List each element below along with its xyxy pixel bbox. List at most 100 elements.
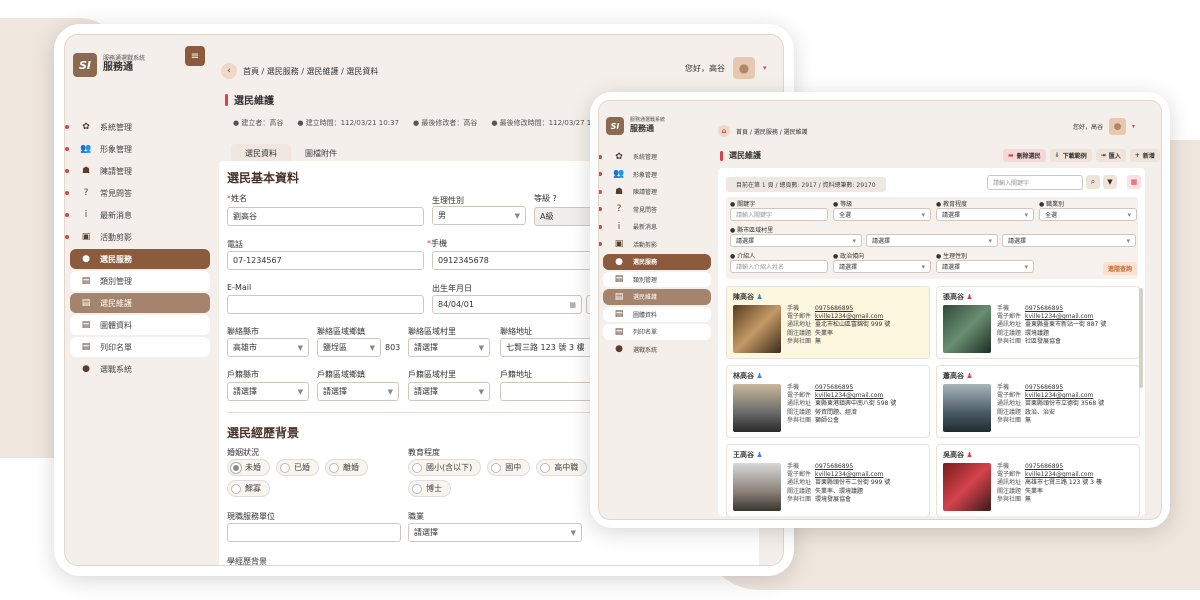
intro-filter-input[interactable]: 請輸入介紹人姓名 <box>730 260 828 273</box>
res-district-select[interactable]: 請選擇 ▼ <box>317 382 399 401</box>
edu-option-3[interactable]: 博士 <box>408 480 451 497</box>
address-input[interactable]: 七賢三路 123 號 3 樓 <box>500 338 600 357</box>
sidebar-item-6[interactable]: ● 選民服務 <box>70 249 210 269</box>
job-filter-select[interactable]: 全選 ▾ <box>1039 208 1137 221</box>
sidebar-item-4[interactable]: i 最新消息 <box>599 219 711 235</box>
add-button[interactable]: + 新增 <box>1129 149 1160 162</box>
user-menu[interactable]: 您好，高谷 ● ▾ <box>1073 118 1135 135</box>
work-unit-input[interactable] <box>227 523 401 542</box>
info-label: 手機 <box>997 463 1010 470</box>
grid-view-button[interactable]: ▦ <box>1127 175 1141 189</box>
gender-select[interactable]: 男 ▼ <box>432 206 526 225</box>
job-select[interactable]: 請選擇 ▼ <box>408 523 582 542</box>
avatar[interactable]: ● <box>1109 118 1127 135</box>
name-input[interactable]: 劉高谷 <box>227 207 424 226</box>
sidebar-item-11[interactable]: ● 選戰系統 <box>603 342 711 358</box>
delete-voter-button[interactable]: ▬ 刪除選民 <box>1003 149 1046 162</box>
region-village-select[interactable]: 請選擇 ▾ <box>1002 234 1136 247</box>
region-city-select[interactable]: 請選擇 ▾ <box>730 234 862 247</box>
import-button[interactable]: ⇥ 匯入 <box>1095 149 1126 162</box>
res-city-select[interactable]: 請選擇 ▼ <box>227 382 309 401</box>
marital-option-0[interactable]: 未婚 <box>227 459 270 476</box>
sidebar-item-3[interactable]: ? 常見問答 <box>599 202 711 218</box>
politic-filter-select[interactable]: 請選擇 ▾ <box>833 260 931 273</box>
back-button[interactable]: ‹ <box>221 63 237 79</box>
person-gear-icon: 👥 <box>613 169 625 180</box>
phone-input[interactable]: 07-1234567 <box>227 251 424 270</box>
radio-label: 高中職 <box>554 463 579 472</box>
edu-filter-select[interactable]: 請選擇 ▾ <box>936 208 1034 221</box>
mobile-input[interactable]: 0912345678 <box>432 251 602 270</box>
download-sample-button[interactable]: ⇩ 下載範例 <box>1049 149 1092 162</box>
birth-input[interactable]: 84/04/01 ▦ <box>432 295 582 314</box>
sidebar-item-1[interactable]: 👥 形象管理 <box>599 167 711 183</box>
gender-filter-select[interactable]: 請選擇 ▾ <box>936 260 1034 273</box>
user-menu[interactable]: 您好，高谷 ● ▾ <box>685 57 767 79</box>
city-select[interactable]: 高雄市 ▼ <box>227 338 309 357</box>
sidebar-item-10[interactable]: ▤ 列印名單 <box>70 337 210 357</box>
edu-option-1[interactable]: 國中 <box>487 459 531 476</box>
sidebar-item-label: 活動剪影 <box>633 241 658 249</box>
home-button[interactable]: ⌂ <box>718 125 730 137</box>
chevron-down-icon[interactable]: ▾ <box>763 64 767 72</box>
res-address-input[interactable] <box>500 382 600 401</box>
sidebar-item-7[interactable]: ▤ 類別管理 <box>603 271 711 287</box>
marital-radio-group: 未婚 已婚 離婚鰥寡 <box>227 459 412 497</box>
info-label: 通訊地址 <box>787 400 812 408</box>
breadcrumb-text[interactable]: 首頁 / 選民服務 / 選民維護 / 選民資料 <box>243 66 378 77</box>
info-row-phone: 手機 0975686895 <box>787 463 890 471</box>
sidebar-item-9[interactable]: ▤ 圖體資料 <box>70 315 210 335</box>
marital-option-1[interactable]: 已婚 <box>276 459 319 476</box>
village-select[interactable]: 請選擇 ▼ <box>408 338 490 357</box>
sidebar-item-2[interactable]: ☗ 陳請管理 <box>599 184 711 200</box>
voter-card[interactable]: 吳高谷 ♟ 手機 0975686895 電子郵件 kville1234@gmail.co… <box>936 444 1140 516</box>
sidebar-item-5[interactable]: ▣ 活動剪影 <box>599 237 711 253</box>
keyword-filter-input[interactable]: 請輸入關鍵字 <box>730 208 828 221</box>
scrollbar[interactable] <box>1139 288 1143 388</box>
avatar[interactable]: ● <box>733 57 755 79</box>
filter-button[interactable]: ▼ <box>1103 175 1117 189</box>
advanced-search-button[interactable]: 進階查詢 <box>1103 262 1138 275</box>
sidebar-item-0[interactable]: ✿ 系統管理 <box>65 117 210 137</box>
radio-label: 已婚 <box>294 463 310 472</box>
sidebar-item-8[interactable]: ▤ 選民維護 <box>603 289 711 305</box>
sidebar-item-5[interactable]: ▣ 活動剪影 <box>65 227 210 247</box>
sidebar-item-1[interactable]: 👥 形象管理 <box>65 139 210 159</box>
sidebar-item-10[interactable]: ▤ 列印名單 <box>603 324 711 340</box>
sidebar-item-9[interactable]: ▤ 圖體資料 <box>603 306 711 322</box>
edu-option-2[interactable]: 高中職 <box>536 459 588 476</box>
email-input[interactable] <box>227 295 424 314</box>
edu-option-0[interactable]: 國小(含以下) <box>408 459 482 476</box>
voter-card[interactable]: 王高谷 ♟ 手機 0975686895 電子郵件 kville1234@gmail.co… <box>726 444 930 516</box>
sidebar-item-0[interactable]: ✿ 系統管理 <box>599 149 711 165</box>
marital-option-3[interactable]: 鰥寡 <box>227 480 270 497</box>
grade-filter-select[interactable]: 全選 ▾ <box>833 208 931 221</box>
voter-card[interactable]: 林高谷 ♟ 手機 0975686895 電子郵件 kville1234@gmail.co… <box>726 365 930 438</box>
sidebar-item-4[interactable]: i 最新消息 <box>65 205 210 225</box>
info-label: 參與社團 <box>787 416 812 424</box>
search-input[interactable]: 請輸入關鍵字 <box>987 175 1083 190</box>
voter-card[interactable]: 陳高谷 ♟ 手機 0975686895 電子郵件 kville1234@gmail.co… <box>726 286 930 359</box>
voter-card[interactable]: 蕭高谷 ♟ 手機 0975686895 電子郵件 kville1234@gmail.co… <box>936 365 1140 438</box>
search-button[interactable]: ⌕ <box>1086 175 1100 189</box>
grade-select[interactable]: A級 <box>534 207 594 226</box>
sidebar-item-11[interactable]: ● 選戰系統 <box>70 359 210 379</box>
sidebar-item-8[interactable]: ▤ 選民維護 <box>70 293 210 313</box>
marital-option-2[interactable]: 離婚 <box>325 459 368 476</box>
sidebar-item-7[interactable]: ▤ 類別管理 <box>70 271 210 291</box>
chevron-down-icon[interactable]: ▾ <box>1132 123 1135 130</box>
sidebar-item-3[interactable]: ? 常見問答 <box>65 183 210 203</box>
menu-toggle-button[interactable]: ≡ <box>185 46 205 66</box>
res-village-select[interactable]: 請選擇 ▼ <box>408 382 490 401</box>
sidebar-item-label: 形象管理 <box>633 171 658 179</box>
info-label: 參與社團 <box>997 337 1022 345</box>
sidebar-item-2[interactable]: ☗ 陳請管理 <box>65 161 210 181</box>
info-row-phone: 手機 0975686895 <box>787 305 890 313</box>
gender-label: 生理性別 <box>432 196 464 205</box>
breadcrumb-text[interactable]: 首頁 / 選民服務 / 選民維護 <box>736 127 808 136</box>
voter-card[interactable]: 張高谷 ♟ 手機 0975686895 電子郵件 kville1234@gmail.co… <box>936 286 1140 359</box>
sidebar-item-6[interactable]: ● 選民服務 <box>603 254 711 270</box>
region-district-select[interactable]: 請選擇 ▾ <box>866 234 998 247</box>
voter-photo <box>733 305 781 353</box>
district-select[interactable]: 鹽埕區 ▼ <box>317 338 381 357</box>
